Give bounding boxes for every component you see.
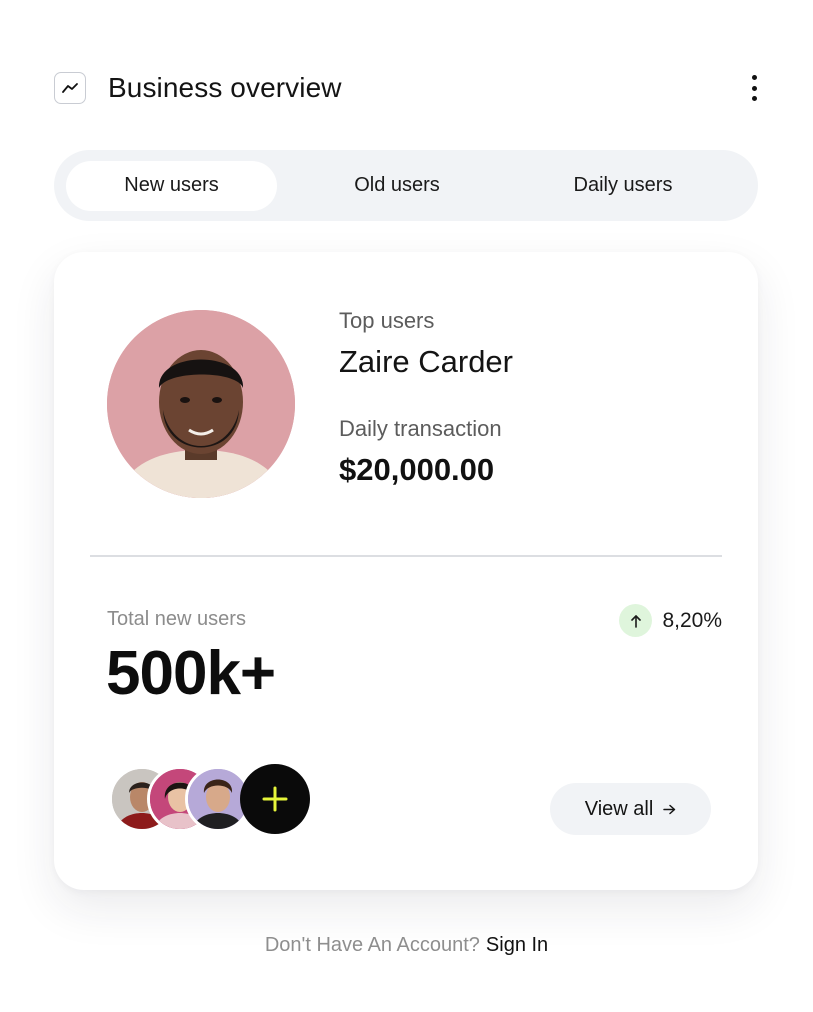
arrow-right-icon — [663, 804, 676, 815]
total-new-users-value: 500k+ — [106, 639, 276, 708]
arrow-up-icon — [619, 604, 653, 637]
tab-daily-users[interactable]: Daily users — [517, 161, 729, 211]
divider — [90, 555, 722, 557]
tab-new-users[interactable]: New users — [66, 160, 277, 211]
footer-prompt: Don't Have An Account? — [264, 934, 480, 956]
top-users-label: Top users — [339, 308, 435, 333]
trend-chart-icon — [54, 72, 86, 104]
top-user-name: Zaire Carder — [339, 344, 513, 379]
daily-transaction-value: $20,000.00 — [339, 452, 495, 487]
view-all-button[interactable]: View all — [550, 783, 711, 835]
top-user-avatar — [107, 310, 295, 498]
overview-card: Top users Zaire Carder Daily transaction… — [54, 252, 758, 890]
total-new-users-label: Total new users — [107, 608, 246, 630]
view-all-label: View all — [584, 797, 654, 820]
growth-indicator: 8,20% — [619, 604, 722, 637]
plus-icon — [262, 786, 288, 812]
growth-percentage: 8,20% — [662, 608, 722, 632]
page-title: Business overview — [108, 72, 342, 103]
header: Business overview — [54, 70, 770, 106]
user-avatar-stack — [109, 764, 329, 834]
daily-transaction-label: Daily transaction — [339, 416, 502, 441]
footer: Don't Have An Account? Sign In — [0, 934, 813, 957]
more-vertical-icon[interactable] — [748, 72, 760, 104]
sign-in-link[interactable]: Sign In — [486, 934, 548, 956]
add-user-button[interactable] — [240, 764, 310, 834]
business-overview-page: Business overview New users Old users Da… — [0, 0, 813, 1012]
tab-old-users[interactable]: Old users — [277, 161, 517, 211]
user-type-tabs: New users Old users Daily users — [54, 150, 758, 221]
